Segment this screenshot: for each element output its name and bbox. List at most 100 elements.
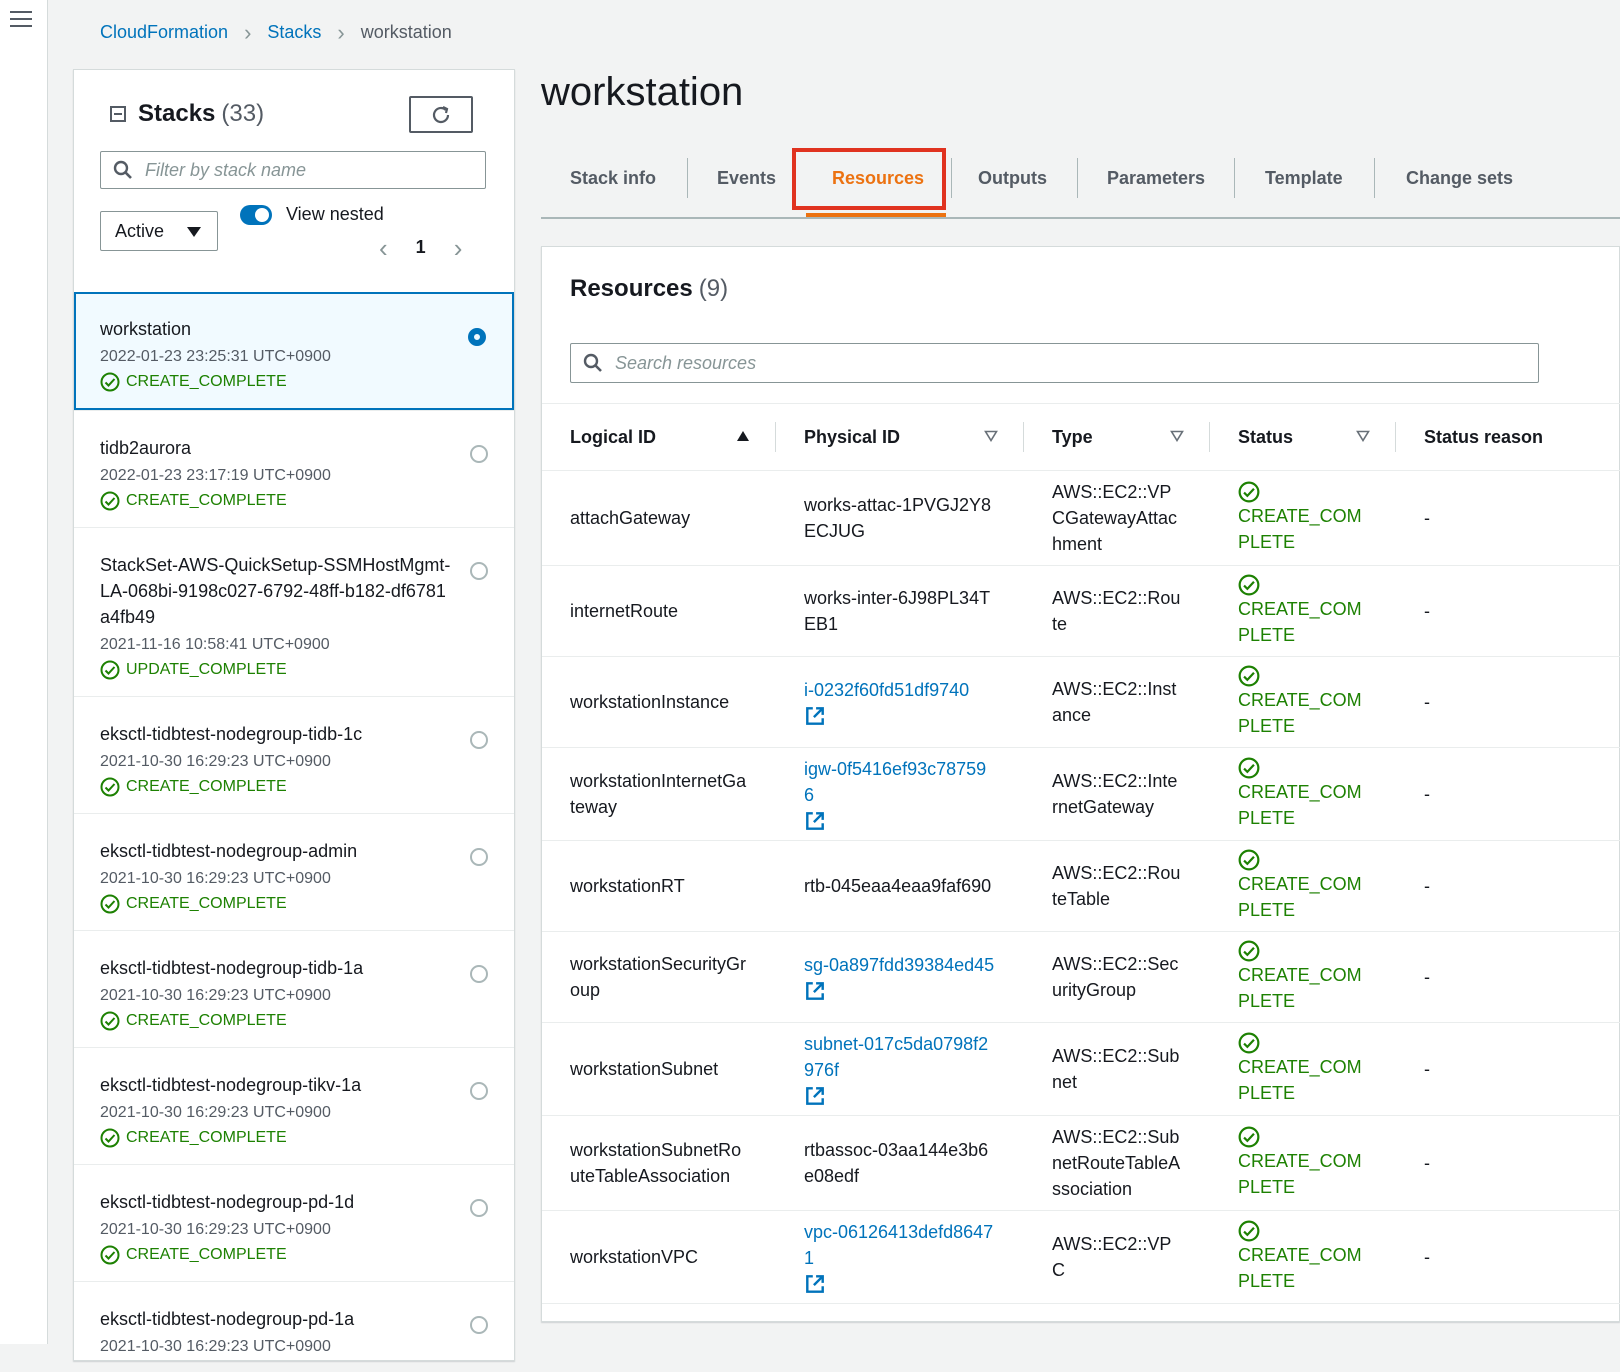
column-header-label: Logical ID [570,426,657,447]
refresh-button[interactable] [409,96,473,133]
status-reason-cell: - [1396,1022,1620,1116]
stack-filter-field[interactable] [100,151,486,189]
sort-icon[interactable] [1170,430,1184,442]
sort-ascending-icon[interactable] [736,430,750,442]
view-nested-label: View nested [286,204,384,224]
stack-list-item[interactable]: eksctl-tidbtest-nodegroup-tikv-1a 2021-1… [74,1047,514,1164]
stack-radio[interactable] [470,1082,488,1100]
stack-list-item[interactable]: StackSet-AWS-QuickSetup-SSMHostMgmt-LA-0… [74,527,514,696]
stack-list-item[interactable]: eksctl-tidbtest-nodegroup-admin 2021-10-… [74,813,514,930]
table-row[interactable]: workstationVPC vpc-06126413defd86471 AWS::… [542,1210,1620,1304]
status-text: CREATE_COMPLETE [1238,599,1362,645]
menu-icon[interactable] [10,6,32,32]
chevron-left-icon[interactable]: ‹ [379,235,388,261]
physical-id-link[interactable]: sg-0a897fdd39384ed45 [804,952,996,978]
external-link-icon[interactable] [804,1273,826,1295]
table-row[interactable]: internetRoute works-inter-6J98PL34TEB1 AWS… [542,565,1620,657]
stack-date: 2021-10-30 16:29:23 UTC+0900 [100,1221,331,1238]
stack-radio[interactable] [470,848,488,866]
physical-id-cell: works-attac-1PVGJ2Y8ECJUG [776,470,1024,566]
physical-id-link[interactable]: vpc-06126413defd86471 [804,1219,996,1271]
stack-radio[interactable] [470,965,488,983]
stack-status-text: CREATE_COMPLETE [126,492,287,509]
status-reason-text: - [1424,1059,1430,1079]
column-header-status[interactable]: Status [1210,403,1396,471]
success-check-icon [100,894,120,914]
stack-radio[interactable] [470,1199,488,1217]
stack-radio[interactable] [468,328,486,346]
stack-status: CREATE_COMPLETE [100,1011,454,1031]
status-cell: CREATE_COMPLETE [1210,565,1396,657]
stack-name: eksctl-tidbtest-nodegroup-tidb-1a [100,958,364,978]
stacks-header: Stacks (33) [110,100,264,128]
status-reason-cell: - [1396,565,1620,657]
resource-search-input[interactable] [613,351,1517,375]
table-row[interactable]: workstationRT rtb-045eaa4eaa9faf690 AWS::E… [542,840,1620,932]
stack-list-item[interactable]: tidb2aurora 2022-01-23 23:17:19 UTC+0900… [74,410,514,527]
tab-events[interactable]: Events [717,168,776,189]
status-cell: CREATE_COMPLETE [1210,931,1396,1023]
stack-list-item[interactable]: eksctl-tidbtest-nodegroup-tidb-1a 2021-1… [74,930,514,1047]
stack-status-text: CREATE_COMPLETE [126,1129,287,1146]
table-row[interactable]: workstationSecurityGroup sg-0a897fdd39384… [542,931,1620,1023]
stack-radio[interactable] [470,1316,488,1334]
column-header-physical-id[interactable]: Physical ID [776,403,1024,471]
status-filter-value: Active [115,220,165,241]
physical-id-link[interactable]: igw-0f5416ef93c787596 [804,756,996,808]
stack-radio[interactable] [470,731,488,749]
tab-stack-info[interactable]: Stack info [570,168,656,189]
chevron-right-icon[interactable]: › [454,235,463,261]
stack-radio[interactable] [470,562,488,580]
sort-icon[interactable] [984,430,998,442]
tab-parameters[interactable]: Parameters [1107,168,1205,189]
stack-list-item[interactable]: eksctl-tidbtest-nodegroup-pd-1d 2021-10-… [74,1164,514,1281]
collapse-icon[interactable] [110,106,126,122]
breadcrumb-cloudformation[interactable]: CloudFormation [100,22,228,43]
resources-panel: Resources(9) Logical ID Physical ID [541,246,1620,1322]
stack-status-text: CREATE_COMPLETE [126,1246,287,1263]
external-link-icon[interactable] [804,810,826,832]
column-header-status-reason[interactable]: Status reason [1396,403,1620,471]
table-row[interactable]: workstationSubnetRouteTableAssociation rt… [542,1115,1620,1211]
stack-list-item[interactable]: eksctl-tidbtest-nodegroup-pd-1a 2021-10-… [74,1281,514,1372]
type-text: AWS::EC2::RouteTable [1052,863,1181,909]
table-row[interactable]: workstationInstance i-0232f60fd51df9740 AW… [542,656,1620,748]
status-reason-cell: - [1396,470,1620,566]
physical-id-link[interactable]: subnet-017c5da0798f2976f [804,1031,996,1083]
stack-filter-input[interactable] [143,158,467,182]
logical-id-cell: workstationInternetGateway [542,747,776,841]
column-header-type[interactable]: Type [1024,403,1210,471]
view-nested-toggle[interactable] [240,205,272,225]
sort-icon[interactable] [1356,430,1370,442]
table-row[interactable]: workstationInternetGateway igw-0f5416ef93… [542,747,1620,841]
resources-table: Logical ID Physical ID Type Status Statu… [542,403,1620,1304]
resource-search-field[interactable] [570,343,1539,383]
logical-id-text: internetRoute [570,601,679,621]
physical-id-link[interactable]: i-0232f60fd51df9740 [804,677,996,703]
physical-id-cell: igw-0f5416ef93c787596 [776,747,1024,841]
column-header-logical-id[interactable]: Logical ID [542,403,776,471]
page-number[interactable]: 1 [416,237,426,258]
type-text: AWS::EC2::VPCGatewayAttachment [1052,482,1178,554]
type-cell: AWS::EC2::VPCGatewayAttachment [1024,470,1210,566]
breadcrumb-current: workstation [360,22,452,42]
external-link-icon[interactable] [804,705,826,727]
tab-outputs[interactable]: Outputs [978,168,1047,189]
success-check-icon [1238,1220,1260,1242]
breadcrumb-stacks[interactable]: Stacks [267,22,321,43]
table-row[interactable]: workstationSubnet subnet-017c5da0798f2976… [542,1022,1620,1116]
success-check-icon [1238,757,1260,779]
column-header-label: Status reason [1424,426,1544,447]
external-link-icon[interactable] [804,980,826,1002]
stack-radio[interactable] [470,445,488,463]
tab-template[interactable]: Template [1265,168,1343,189]
status-filter-select[interactable]: Active [100,211,218,251]
external-link-icon[interactable] [804,1085,826,1107]
tab-change-sets[interactable]: Change sets [1406,168,1513,189]
table-row[interactable]: attachGateway works-attac-1PVGJ2Y8ECJUG AW… [542,470,1620,566]
logical-id-text: workstationRT [570,876,685,896]
stack-list-item[interactable]: workstation 2022-01-23 23:25:31 UTC+0900… [74,292,514,410]
type-text: AWS::EC2::InternetGateway [1052,771,1178,817]
pagination: ‹ 1 › [379,235,463,261]
stack-list-item[interactable]: eksctl-tidbtest-nodegroup-tidb-1c 2021-1… [74,696,514,813]
